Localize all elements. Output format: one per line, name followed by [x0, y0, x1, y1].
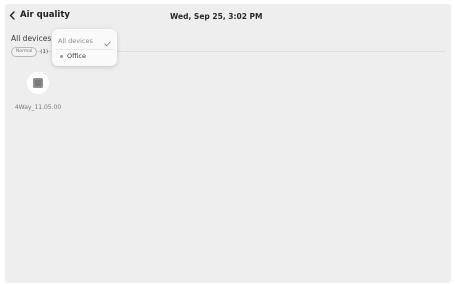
status-badge: Normal: [11, 47, 38, 57]
back-button[interactable]: Air quality: [9, 10, 70, 20]
device-name: 4Way_11.05.00: [14, 104, 62, 111]
device-filter-label[interactable]: All devices: [11, 34, 51, 43]
status-row: Normal (1): [11, 47, 48, 57]
page-title: Air quality: [20, 10, 70, 20]
date-time: Wed, Sep 25, 3:02 PM: [170, 12, 263, 21]
header-bar: Air quality Wed, Sep 25, 3:02 PM: [5, 4, 451, 30]
air-quality-screen: Air quality Wed, Sep 25, 3:02 PM All dev…: [5, 4, 451, 283]
device-filter-dropdown: All devices Office: [52, 29, 117, 66]
dropdown-selected-label: All devices: [58, 37, 93, 45]
dropdown-item-office[interactable]: Office: [60, 52, 86, 60]
device-tile[interactable]: 4Way_11.05.00: [8, 72, 68, 111]
status-count: (1): [40, 49, 49, 55]
air-purifier-icon: [27, 72, 49, 94]
dropdown-option-label: Office: [67, 52, 86, 60]
dropdown-item-all-devices[interactable]: All devices: [58, 35, 111, 47]
checkmark-icon: [104, 32, 111, 51]
chevron-left-icon: [9, 10, 15, 20]
dropdown-separator: [56, 49, 113, 50]
bullet-icon: [60, 54, 63, 58]
